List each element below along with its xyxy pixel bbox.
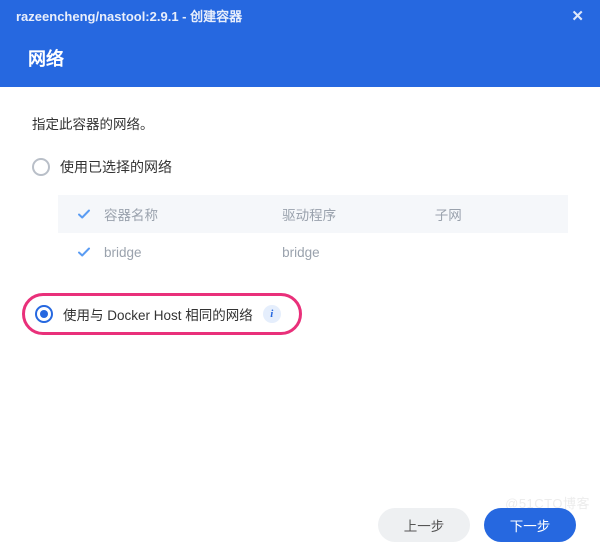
radio-label: 使用与 Docker Host 相同的网络 — [63, 304, 253, 324]
window-title: razeencheng/nastool:2.9.1 - 创建容器 — [16, 6, 242, 25]
col-subnet: 子网 — [435, 204, 562, 224]
radio-label: 使用已选择的网络 — [60, 157, 172, 177]
table-row[interactable]: bridge bridge — [58, 233, 568, 271]
radio-option-host-network[interactable]: 使用与 Docker Host 相同的网络 i — [22, 293, 302, 335]
network-table: 容器名称 驱动程序 子网 bridge bridge — [58, 195, 568, 271]
radio-selected-icon — [35, 305, 53, 323]
dialog-header: razeencheng/nastool:2.9.1 - 创建容器 ✕ 网络 — [0, 0, 600, 87]
info-icon[interactable]: i — [263, 305, 281, 323]
radio-option-existing-network[interactable]: 使用已选择的网络 — [32, 153, 568, 181]
dialog-content: 指定此容器的网络。 使用已选择的网络 容器名称 驱动程序 子网 bridge b… — [0, 87, 600, 335]
radio-unselected-icon — [32, 158, 50, 176]
description-text: 指定此容器的网络。 — [32, 113, 568, 133]
cell-name: bridge — [104, 245, 282, 260]
dialog-footer: 上一步 下一步 — [378, 508, 576, 542]
prev-button[interactable]: 上一步 — [378, 508, 470, 542]
col-driver: 驱动程序 — [282, 204, 435, 224]
col-name: 容器名称 — [104, 204, 282, 224]
close-icon[interactable]: ✕ — [571, 7, 584, 25]
title-bar: razeencheng/nastool:2.9.1 - 创建容器 ✕ — [0, 0, 600, 31]
table-header: 容器名称 驱动程序 子网 — [58, 195, 568, 233]
checkmark-icon — [64, 206, 104, 222]
section-title: 网络 — [0, 31, 600, 87]
checkmark-icon — [64, 244, 104, 260]
cell-driver: bridge — [282, 245, 435, 260]
next-button[interactable]: 下一步 — [484, 508, 576, 542]
